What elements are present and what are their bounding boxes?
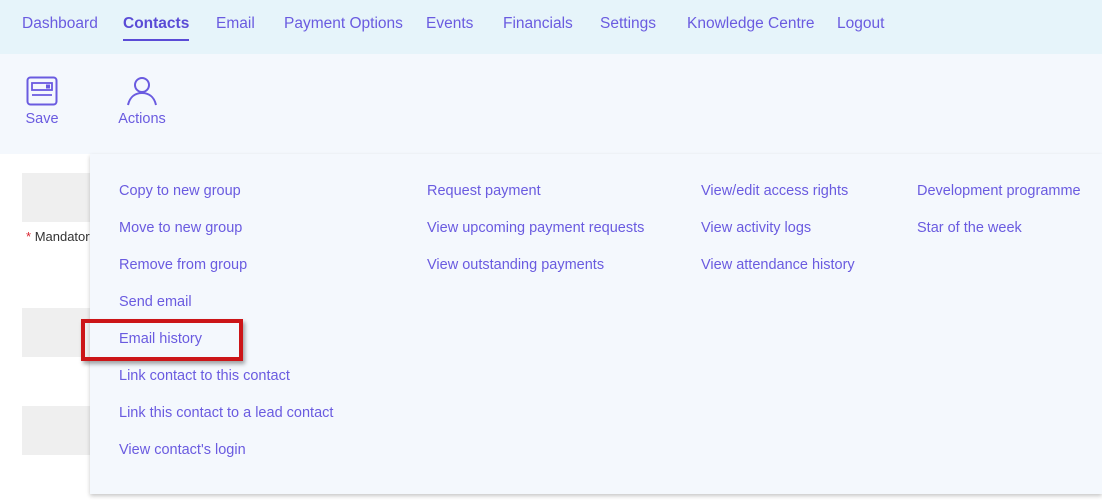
nav-events[interactable]: Events (426, 15, 473, 33)
nav-knowledge-centre[interactable]: Knowledge Centre (687, 15, 815, 33)
save-button[interactable]: Save (24, 76, 60, 127)
menu-item-view-attendance-history[interactable]: View attendance history (701, 257, 855, 273)
menu-item-copy-to-new-group[interactable]: Copy to new group (119, 183, 241, 199)
top-nav: Dashboard Contacts Email Payment Options… (0, 0, 1102, 54)
actions-label: Actions (118, 111, 166, 127)
nav-payment-options[interactable]: Payment Options (284, 15, 403, 33)
highlight-box (81, 319, 243, 361)
actions-button[interactable]: Actions (117, 76, 167, 127)
menu-item-link-this-contact-to-a-lead-contact[interactable]: Link this contact to a lead contact (119, 405, 333, 421)
nav-logout[interactable]: Logout (837, 15, 884, 33)
nav-settings[interactable]: Settings (600, 15, 656, 33)
nav-financials[interactable]: Financials (503, 15, 573, 33)
mandatory-note: * Mandatory (26, 229, 90, 244)
menu-item-send-email[interactable]: Send email (119, 294, 192, 310)
save-label: Save (25, 111, 59, 127)
menu-item-development-programme[interactable]: Development programme (917, 183, 1081, 199)
menu-item-link-contact-to-this-contact[interactable]: Link contact to this contact (119, 368, 290, 384)
menu-item-view-contact-s-login[interactable]: View contact's login (119, 442, 246, 458)
action-toolbar: Save Actions (0, 54, 1102, 154)
nav-dashboard[interactable]: Dashboard (22, 15, 98, 33)
menu-item-view-edit-access-rights[interactable]: View/edit access rights (701, 183, 848, 199)
mandatory-star: * (26, 229, 32, 244)
mandatory-label: Mandatory (34, 229, 90, 244)
menu-item-view-upcoming-payment-requests[interactable]: View upcoming payment requests (427, 220, 644, 236)
menu-item-move-to-new-group[interactable]: Move to new group (119, 220, 242, 236)
menu-item-view-outstanding-payments[interactable]: View outstanding payments (427, 257, 604, 273)
menu-item-remove-from-group[interactable]: Remove from group (119, 257, 247, 273)
nav-email[interactable]: Email (216, 15, 255, 33)
save-icon (26, 76, 58, 106)
menu-item-request-payment[interactable]: Request payment (427, 183, 541, 199)
menu-item-star-of-the-week[interactable]: Star of the week (917, 220, 1022, 236)
nav-contacts[interactable]: Contacts (123, 15, 190, 41)
person-icon (127, 77, 157, 106)
menu-item-view-activity-logs[interactable]: View activity logs (701, 220, 811, 236)
